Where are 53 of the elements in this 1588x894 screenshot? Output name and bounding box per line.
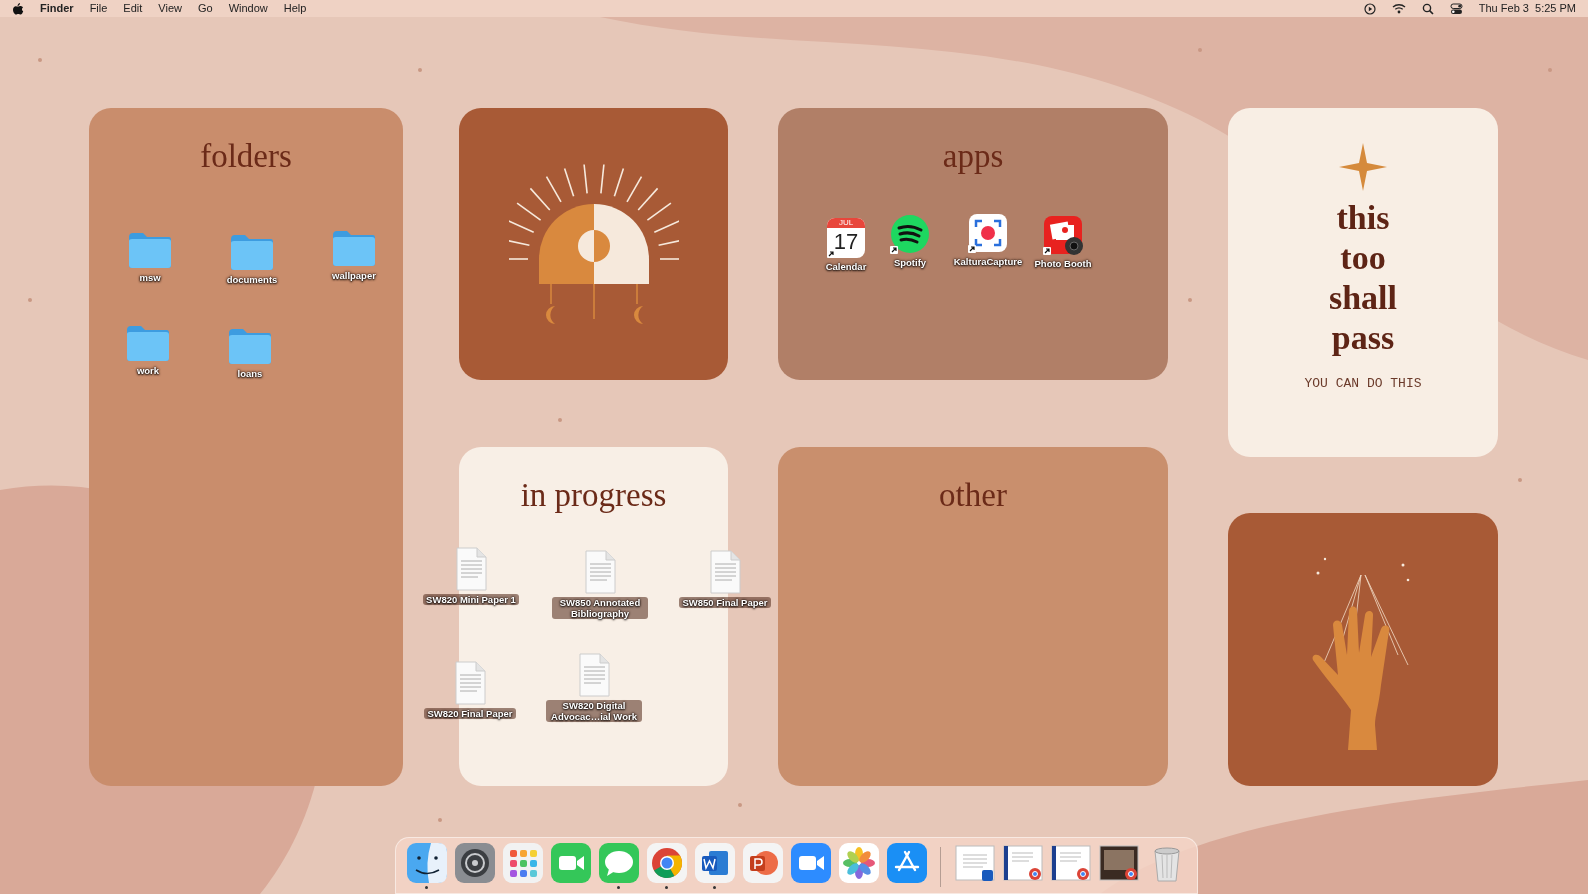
menu-item[interactable]: Window <box>228 0 268 17</box>
play-circle-icon[interactable] <box>1363 2 1376 15</box>
quote-line: shall <box>1328 278 1397 318</box>
quote-line: too <box>1340 238 1386 278</box>
menu-item[interactable]: Edit <box>123 0 143 17</box>
quote-caption: YOU CAN DO THIS <box>1304 375 1422 393</box>
icon-label[interactable]: Photo Booth <box>1034 258 1092 269</box>
search-icon[interactable] <box>1421 2 1434 15</box>
flower-icon[interactable] <box>838 843 879 883</box>
browser-window-thumbnail[interactable] <box>1050 843 1091 883</box>
quote-line: this <box>1336 198 1390 238</box>
icon-label[interactable]: SW820 Final Paper <box>424 708 516 719</box>
record-app-icon[interactable] <box>968 213 1008 253</box>
menu-item[interactable]: Go <box>198 0 213 17</box>
menu-app-name[interactable]: Finder <box>40 0 74 17</box>
photo-booth-app-icon[interactable] <box>1043 215 1083 255</box>
panel-title: apps <box>942 140 1004 173</box>
menu-item[interactable]: File <box>89 0 108 17</box>
panel-title: folders <box>200 140 292 173</box>
video-camera-icon[interactable] <box>790 843 831 883</box>
icon-label[interactable]: SW850 Final Paper <box>679 597 771 608</box>
icon-label[interactable]: Spotify <box>893 257 927 268</box>
icon-label[interactable]: Calendar <box>825 261 867 272</box>
smiling-face-icon[interactable] <box>406 843 447 883</box>
document-window-thumbnail[interactable] <box>954 843 995 883</box>
icon-label[interactable]: loans <box>237 368 263 379</box>
quote-line: pass <box>1331 318 1395 358</box>
speech-bubble-icon[interactable] <box>598 843 639 883</box>
icon-label[interactable]: KalturaCapture <box>953 256 1023 267</box>
p-presentation-icon[interactable] <box>742 843 783 883</box>
sound-waves-app-icon[interactable] <box>890 214 930 254</box>
panel-title: in progress <box>520 479 667 512</box>
icon-label[interactable]: msw <box>139 272 161 283</box>
apple-logo-icon[interactable] <box>12 1 24 16</box>
panel-title: other <box>939 479 1007 512</box>
menu-clock[interactable]: Thu Feb 3 5:25 PM <box>1478 0 1576 17</box>
settings-icon[interactable] <box>454 843 495 883</box>
icon-label[interactable]: SW820 Digital Advocac…ial Work <box>546 700 642 722</box>
calendar-app-icon[interactable]: JUL 17 <box>827 218 865 258</box>
menu-item[interactable]: View <box>158 0 182 17</box>
photo-window-thumbnail[interactable] <box>1098 843 1139 883</box>
icon-label[interactable]: documents <box>226 274 278 285</box>
video-camera-icon[interactable] <box>550 843 591 883</box>
icon-label[interactable]: work <box>136 365 160 376</box>
w-document-icon[interactable] <box>694 843 735 883</box>
menu-item[interactable]: Help <box>283 0 307 17</box>
icon-label[interactable]: SW850 Annotated Bibliography <box>552 597 648 619</box>
control-center-icon[interactable] <box>1449 2 1463 15</box>
icon-label[interactable]: wallpaper <box>332 270 376 281</box>
app-grid-icon[interactable] <box>502 843 543 883</box>
browser-window-thumbnail[interactable] <box>1002 843 1043 883</box>
a-letter-icon[interactable] <box>886 843 927 883</box>
wifi-icon[interactable] <box>1391 3 1406 14</box>
